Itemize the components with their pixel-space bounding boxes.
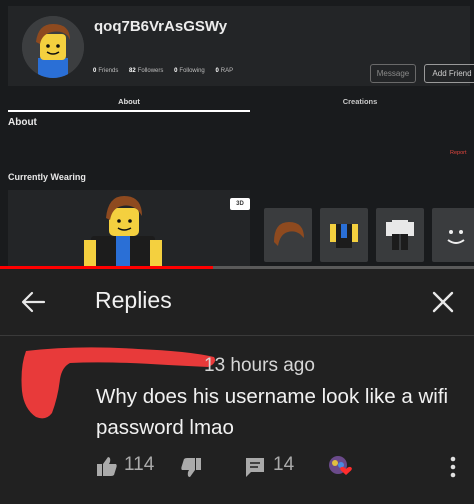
username: qoq7B6VrAsGSWy	[94, 18, 228, 35]
creator-heart-icon[interactable]	[326, 453, 354, 483]
pants-item[interactable]	[376, 208, 424, 262]
stat-following[interactable]: 0 Following	[174, 68, 205, 74]
shirt-item[interactable]	[320, 208, 368, 262]
currently-wearing-heading: Currently Wearing	[8, 172, 86, 182]
avatar[interactable]	[22, 16, 84, 78]
message-button[interactable]: Message	[370, 64, 416, 83]
report-link[interactable]: Report	[450, 150, 467, 156]
add-friend-button[interactable]: Add Friend	[424, 64, 474, 83]
stat-followers[interactable]: 82 Followers	[129, 68, 163, 74]
close-icon[interactable]	[430, 289, 456, 315]
view-3d-button[interactable]: 3D	[230, 198, 250, 210]
stat-rap[interactable]: 0 RAP	[215, 68, 233, 74]
replies-sheet: Replies 13 hours ago Why does his userna…	[0, 269, 474, 504]
thumb-down-icon[interactable]	[180, 457, 202, 487]
shirt-item-image	[330, 224, 358, 248]
thumb-up-icon[interactable]	[96, 455, 118, 485]
face-item[interactable]	[432, 208, 474, 262]
like-count: 114	[124, 454, 155, 475]
arrow-left-icon[interactable]	[20, 289, 46, 315]
hair-item-image	[274, 222, 304, 246]
avatar-preview[interactable]: 3D	[8, 190, 250, 268]
tab-creations[interactable]: Creations	[250, 93, 470, 110]
avatar-body-image	[84, 196, 162, 268]
about-heading: About	[8, 117, 37, 128]
more-vert-icon[interactable]	[448, 455, 458, 479]
replies-header: Replies	[0, 269, 474, 336]
roblox-profile-page: qoq7B6VrAsGSWy 0 Friends 82 Followers 0 Fol…	[0, 0, 474, 268]
hair-item[interactable]	[264, 208, 312, 262]
profile-header-card: qoq7B6VrAsGSWy 0 Friends 82 Followers 0 Fol…	[8, 6, 474, 86]
profile-stats: 0 Friends 82 Followers 0 Following 0 RAP	[93, 68, 242, 74]
reply-count: 14	[273, 454, 295, 475]
tab-about[interactable]: About	[8, 93, 250, 112]
comment-actions: 114 14	[0, 451, 474, 481]
reply-icon[interactable]	[244, 456, 266, 486]
replies-title: Replies	[95, 287, 172, 313]
face-item-image	[447, 230, 465, 244]
avatar-headshot-image	[22, 16, 84, 78]
comment-timestamp: 13 hours ago	[204, 355, 315, 376]
pants-item-image	[386, 220, 414, 250]
worn-items-grid	[258, 202, 474, 268]
stat-friends[interactable]: 0 Friends	[93, 68, 118, 74]
comment-text: Why does his username look like a wifi p…	[96, 385, 449, 439]
profile-tabs: About Creations	[8, 93, 470, 112]
